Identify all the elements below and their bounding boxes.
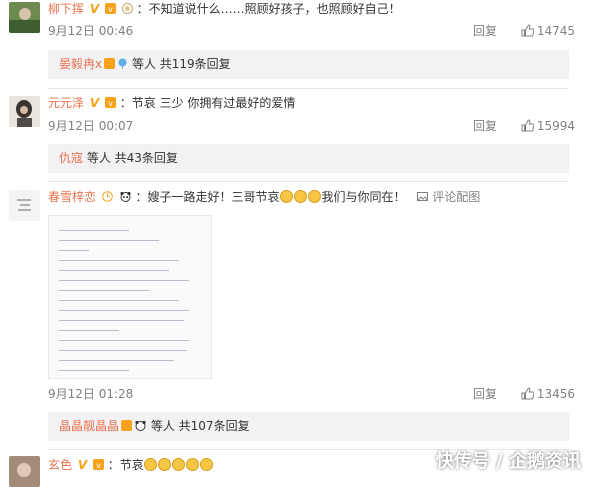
sub-reply-count: 等人 共119条回复 <box>131 57 231 71</box>
crying-emoji-icon <box>293 190 307 203</box>
verified-icon: V <box>89 96 100 110</box>
comment-pic-link[interactable]: 评论配图 <box>415 190 480 204</box>
comment-text-continued: 我们与你同在！ <box>321 190 406 204</box>
comment-text: ：不知道说什么……照顾好孩子，也照顾好自己！ <box>136 2 401 16</box>
username[interactable]: 柳下挥 <box>48 2 84 16</box>
image-icon <box>417 192 429 201</box>
comment-date: 9月12日 01:28 <box>48 387 134 401</box>
sub-reply-names[interactable]: 晏毅冉x <box>59 57 102 71</box>
comment-date: 9月12日 00:07 <box>48 119 134 133</box>
crying-emoji-icon <box>279 190 293 203</box>
verified-icon: V <box>89 2 100 16</box>
balloon-icon <box>118 58 127 69</box>
panda-icon <box>135 420 146 431</box>
svg-text:v: v <box>96 461 101 470</box>
reply-button[interactable]: 回复 <box>473 387 497 401</box>
like-button[interactable]: 13456 <box>521 387 575 401</box>
verified-icon: V <box>77 458 88 472</box>
reply-button[interactable]: 回复 <box>473 119 497 133</box>
member-icon: v <box>104 3 116 14</box>
username[interactable]: 玄色 <box>48 458 72 472</box>
svg-text:v: v <box>108 99 113 108</box>
watermark: 快传号 / 企鹅资讯 <box>435 451 581 472</box>
thumbs-up-icon <box>521 119 534 132</box>
member-icon <box>104 58 116 69</box>
comment-pic-label: 评论配图 <box>432 190 481 204</box>
avatar[interactable] <box>9 190 40 221</box>
crying-emoji-icon <box>157 458 171 471</box>
comment-text: ：嫂子一路走好！三哥节哀 <box>135 190 280 204</box>
like-count: 14745 <box>536 24 575 38</box>
member-icon: v <box>104 97 116 108</box>
crying-emoji-icon <box>307 190 321 203</box>
crying-emoji-icon <box>199 458 213 471</box>
avatar[interactable] <box>9 2 40 33</box>
crying-emoji-icon <box>143 458 157 471</box>
svg-text:v: v <box>108 5 113 14</box>
member-icon <box>121 420 133 431</box>
sub-reply-summary[interactable]: 晶晶靓晶晶 等人 共107条回复 <box>48 412 569 441</box>
sub-reply-summary[interactable]: 仇寇 等人 共43条回复 <box>48 144 569 173</box>
panda-icon <box>120 191 131 202</box>
clock-icon <box>102 191 113 202</box>
member-icon: v <box>92 459 104 470</box>
crying-emoji-group <box>143 458 214 472</box>
divider <box>48 88 569 89</box>
like-count: 13456 <box>536 387 575 401</box>
like-count: 15994 <box>536 119 575 133</box>
like-button[interactable]: 15994 <box>521 119 575 133</box>
thumbs-up-icon <box>521 387 534 400</box>
reply-button[interactable]: 回复 <box>473 24 497 38</box>
thumbs-up-icon <box>521 24 534 37</box>
comment-text: ：节哀 三少 你拥有过最好的爱情 <box>119 96 296 110</box>
avatar[interactable] <box>9 456 40 487</box>
comment-text: ：节哀 <box>107 458 144 472</box>
divider <box>48 181 569 182</box>
like-button[interactable]: 14745 <box>521 24 575 38</box>
sub-reply-count: 等人 共107条回复 <box>150 419 250 433</box>
username[interactable]: 春雪梓恋 <box>48 190 96 204</box>
comment-date: 9月12日 00:46 <box>48 24 134 38</box>
comment-image[interactable] <box>48 215 212 379</box>
sub-reply-summary[interactable]: 晏毅冉x 等人 共119条回复 <box>48 50 569 79</box>
crying-emoji-icon <box>171 458 185 471</box>
fan-badge-icon <box>121 3 133 14</box>
crying-emoji-icon <box>185 458 199 471</box>
sub-reply-names[interactable]: 仇寇 <box>59 151 83 165</box>
sub-reply-names[interactable]: 晶晶靓晶晶 <box>59 419 119 433</box>
username[interactable]: 元元泽 <box>48 96 84 110</box>
crying-emoji-group <box>279 190 322 204</box>
sub-reply-count: 等人 共43条回复 <box>86 151 178 165</box>
avatar[interactable] <box>9 96 40 127</box>
